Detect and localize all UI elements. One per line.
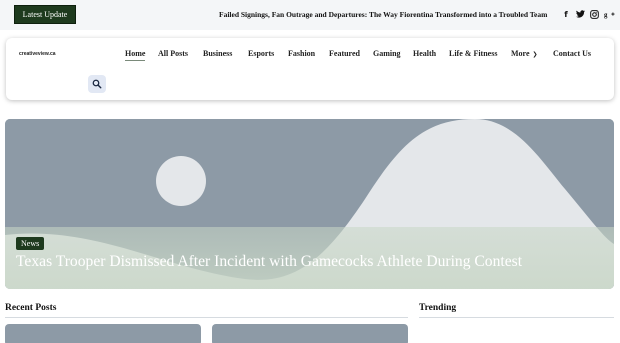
twitter-icon[interactable]	[575, 8, 585, 20]
nav-more-label: More	[511, 49, 530, 58]
recent-post-card[interactable]	[212, 324, 408, 343]
trending-divider	[419, 317, 614, 318]
recent-post-card[interactable]	[5, 324, 201, 343]
recent-posts-heading: Recent Posts	[5, 303, 57, 313]
nav-life-fitness[interactable]: Life & Fitness	[449, 49, 497, 58]
top-bar: Latest Update Failed Signings, Fan Outra…	[0, 0, 620, 30]
search-icon	[92, 79, 102, 89]
latest-update-button[interactable]: Latest Update	[14, 5, 76, 24]
nav-business[interactable]: Business	[203, 49, 232, 58]
nav-fashion[interactable]: Fashion	[288, 49, 315, 58]
svg-text:g: g	[604, 11, 608, 18]
ticker-headline[interactable]: Failed Signings, Fan Outrage and Departu…	[219, 10, 547, 19]
trending-heading: Trending	[419, 303, 457, 313]
google-plus-icon[interactable]: g	[603, 8, 615, 20]
nav-esports[interactable]: Esports	[248, 49, 274, 58]
instagram-icon[interactable]	[589, 8, 599, 20]
site-logo[interactable]: creativeview.ca	[19, 51, 56, 57]
nav-health[interactable]: Health	[413, 49, 436, 58]
search-button[interactable]	[88, 75, 106, 93]
site-header: creativeview.ca Home All Posts Business …	[6, 38, 614, 100]
category-badge[interactable]: News	[16, 237, 45, 250]
chevron-down-icon: ❯	[532, 51, 538, 58]
nav-contact-us[interactable]: Contact Us	[553, 49, 591, 58]
nav-gaming[interactable]: Gaming	[373, 49, 401, 58]
nav-featured[interactable]: Featured	[329, 49, 360, 58]
hero-title[interactable]: Texas Trooper Dismissed After Incident w…	[16, 253, 522, 271]
nav-more[interactable]: More ❯	[511, 49, 538, 58]
nav-home[interactable]: Home	[125, 49, 146, 61]
recent-posts-divider	[5, 317, 408, 318]
facebook-icon[interactable]: f	[561, 8, 571, 20]
hero-featured-post[interactable]: News Texas Trooper Dismissed After Incid…	[5, 119, 614, 289]
nav-all-posts[interactable]: All Posts	[158, 49, 188, 58]
